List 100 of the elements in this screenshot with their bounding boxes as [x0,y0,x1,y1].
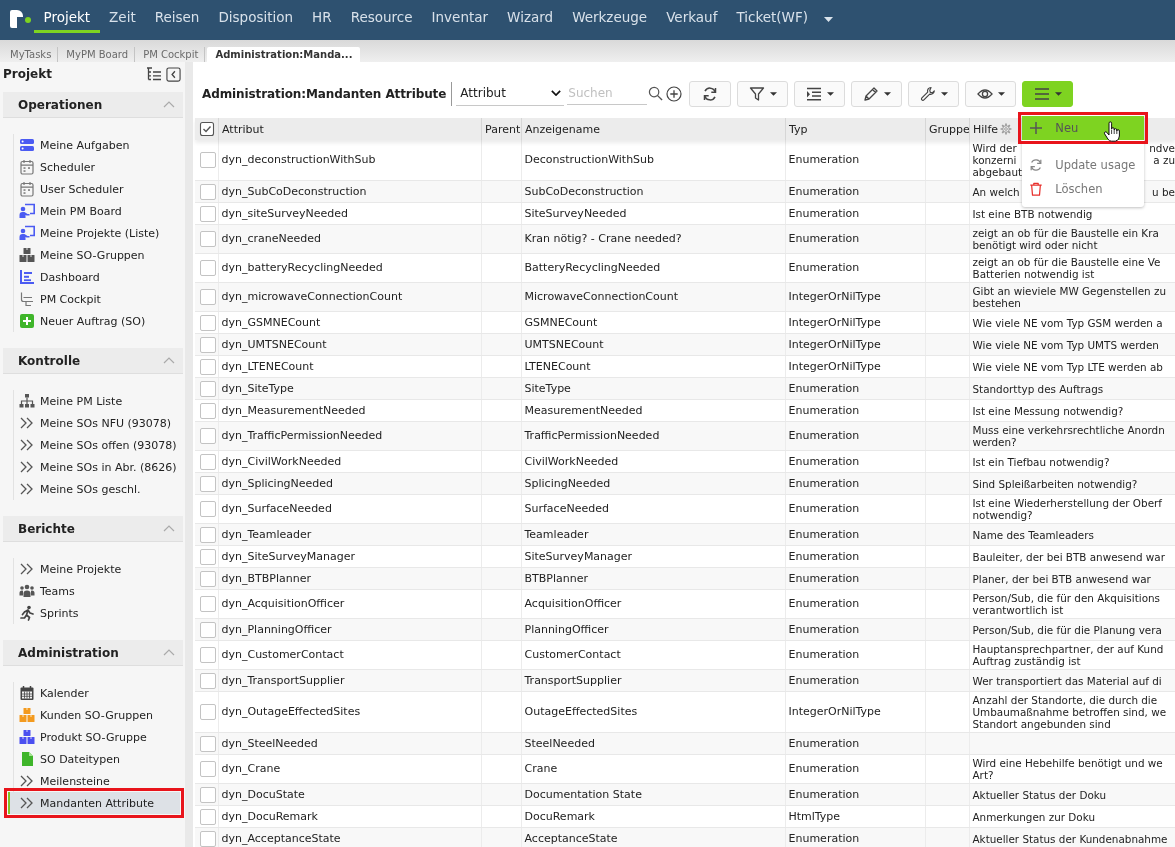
row-checkbox[interactable] [200,205,216,222]
nav-menu-item[interactable]: Verkauf [656,0,727,33]
row-checkbox[interactable] [200,704,216,720]
sidebar-item[interactable]: User Scheduler [8,178,180,200]
search-icon[interactable] [648,86,664,101]
table-cell: OutageEffectedSites [521,691,785,733]
sidebar-item[interactable]: SO Dateitypen [8,748,180,770]
row-checkbox[interactable] [200,336,216,353]
table-cell: dyn_siteSurveyNeeded [218,202,481,225]
view-button[interactable] [965,80,1017,107]
tools-button[interactable] [908,80,960,107]
nav-menu-item[interactable]: Projekt [34,0,100,33]
table-cell: Wird eine Hebehilfe benötigt und we Art? [972,757,1163,781]
row-checkbox[interactable] [200,761,216,777]
sidebar-item[interactable]: PM Cockpit [8,288,180,310]
row-checkbox[interactable] [200,380,216,397]
chevron-up-icon[interactable] [163,101,175,108]
nav-menu-item[interactable]: Wizard [497,0,563,33]
calendar-icon [19,159,35,175]
attribute-select[interactable]: Attribut [456,81,565,106]
table-cell: zeigt an ob für die Baustelle eine Ve Batterien notwendig ist [972,256,1161,280]
sidebar-item[interactable]: Kalender [8,682,180,704]
nav-menu-item[interactable]: Werkzeuge [562,0,657,33]
chevron-up-icon[interactable] [163,649,175,656]
row-checkbox[interactable] [200,570,216,587]
menu-item[interactable]: Update usage [1022,152,1145,177]
row-checkbox[interactable] [200,453,216,470]
tree-list-icon[interactable] [146,66,162,82]
row-checkbox[interactable] [200,647,216,663]
sidebar-item[interactable]: Meine SOs offen (93078) [8,434,180,456]
row-checkbox[interactable] [200,596,216,612]
bar-chart-icon [19,269,35,285]
nav-menu-item[interactable]: Disposition [208,0,303,33]
section-header[interactable]: Kontrolle [3,348,183,374]
sidebar-item[interactable]: Meine Projekte (Liste) [8,222,180,244]
trash-icon [1029,181,1044,196]
sidebar-item[interactable]: Sprints [8,602,180,624]
section-header[interactable]: Operationen [3,92,183,118]
menu-item[interactable]: Löschen [1022,176,1145,201]
row-checkbox[interactable] [200,808,216,825]
indent-button[interactable] [794,80,846,107]
refresh-button[interactable] [689,80,732,107]
table-cell: dyn_SiteType [218,377,481,400]
row-checkbox[interactable] [200,428,216,444]
row-checkbox[interactable] [200,501,216,517]
sidebar-item[interactable]: Dashboard [8,266,180,288]
row-checkbox[interactable] [200,152,216,168]
row-checkbox[interactable] [200,786,216,803]
row-checkbox[interactable] [200,402,216,419]
wrench-icon [919,85,936,102]
table-cell: Enumeration [785,567,925,590]
refresh-icon [702,85,719,102]
row-checkbox[interactable] [200,830,216,847]
sidebar-item[interactable]: Scheduler [8,156,180,178]
row-checkbox[interactable] [200,621,216,638]
row-checkbox[interactable] [200,260,216,276]
section-header[interactable]: Administration [3,640,183,666]
chevron-up-icon[interactable] [163,357,175,364]
settings-icon[interactable] [1000,123,1013,135]
chevron-up-icon[interactable] [163,525,175,532]
row-checkbox[interactable] [200,231,216,247]
collapse-sidebar-icon[interactable] [166,66,181,82]
sidebar-item[interactable]: Meine SOs geschl. [8,478,180,500]
sidebar-item[interactable]: Meine Projekte [8,558,180,580]
tab[interactable]: Administration:Manda... [207,47,361,62]
caret-down-icon[interactable] [823,17,833,22]
row-checkbox[interactable] [200,526,216,543]
row-checkbox[interactable] [200,475,216,492]
sidebar-item[interactable]: Teams [8,580,180,602]
sidebar-item[interactable]: Neuer Auftrag (SO) [8,310,180,332]
sidebar-item[interactable]: Kunden SO-Gruppen [8,704,180,726]
row-checkbox[interactable] [200,672,216,689]
nav-menu-item[interactable]: Reisen [145,0,209,33]
row-checkbox[interactable] [200,735,216,752]
nav-menu-item[interactable]: Zeit [99,0,146,33]
filter-button[interactable] [737,80,789,107]
sidebar-item[interactable]: Meine SOs in Abr. (8626) [8,456,180,478]
sidebar-item[interactable]: Meine Aufgaben [8,134,180,156]
table-cell: dyn_Teamleader [218,523,481,546]
menu-button[interactable] [1022,80,1074,107]
sidebar-item[interactable]: Meilensteine [8,770,180,792]
sidebar-item[interactable]: Produkt SO-Gruppe [8,726,180,748]
select-all-checkbox-icon[interactable] [199,121,215,137]
table-cell: Enumeration [785,640,925,670]
row-checkbox[interactable] [200,358,216,375]
sidebar-item[interactable]: Meine SOs NFU (93078) [8,412,180,434]
add-circle-icon[interactable] [666,85,683,102]
row-checkbox[interactable] [200,314,216,331]
sidebar-item[interactable]: Mein PM Board [8,200,180,222]
nav-menu-item[interactable]: HR [302,0,342,33]
row-checkbox[interactable] [200,548,216,565]
sidebar-item[interactable]: Meine PM Liste [8,390,180,412]
section-header[interactable]: Berichte [3,516,183,542]
row-checkbox[interactable] [200,183,216,200]
edit-button[interactable] [851,80,903,107]
row-checkbox[interactable] [200,289,216,305]
nav-menu-item[interactable]: Resource [341,0,423,33]
nav-menu-item[interactable]: Ticket(WF) [726,0,818,33]
nav-menu-item[interactable]: Inventar [422,0,498,33]
sidebar-item[interactable]: Meine SO-Gruppen [8,244,180,266]
